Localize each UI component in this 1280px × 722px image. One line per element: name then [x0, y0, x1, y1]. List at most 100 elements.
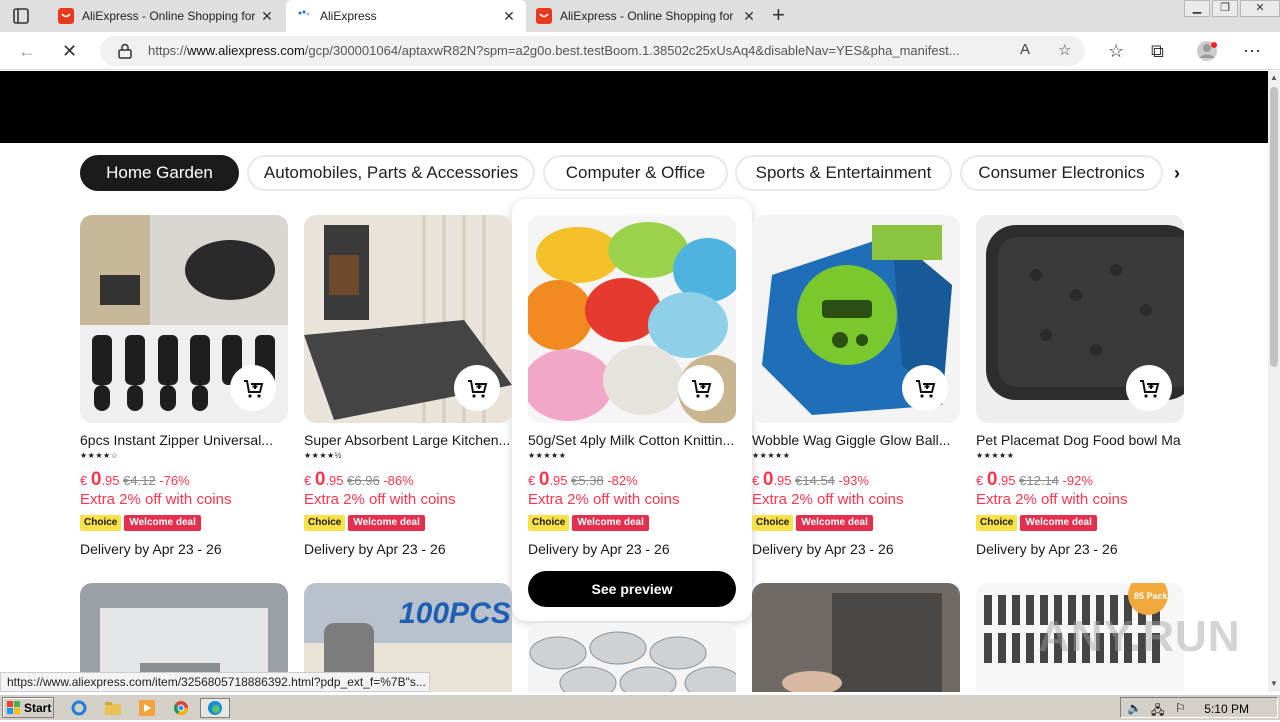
pack-badge: 85 Pack: [1134, 591, 1169, 601]
product-price: € 0.95 €14.54 -93%: [752, 469, 962, 491]
lock-icon[interactable]: [118, 43, 132, 59]
product-image[interactable]: [528, 623, 736, 692]
scroll-up-icon[interactable]: ▲: [1270, 73, 1278, 82]
price-integer: 0: [90, 469, 102, 490]
delivery-date: Delivery by Apr 23 - 26: [976, 541, 1118, 557]
restore-icon[interactable]: ❐: [1212, 0, 1238, 17]
add-to-cart-button[interactable]: [1126, 365, 1172, 411]
close-tab-icon[interactable]: ✕: [260, 8, 274, 25]
price-integer: 0: [314, 469, 326, 490]
product-image[interactable]: [304, 215, 512, 423]
product-card[interactable]: 50g/Set 4ply Milk Cotton Knittin... ★★★★…: [528, 215, 738, 557]
page-scrollbar[interactable]: ▲ ▼: [1268, 71, 1280, 692]
product-price: € 0.95 €12.14 -92%: [976, 469, 1186, 491]
volume-icon[interactable]: 🔈: [1127, 701, 1142, 715]
browser-tab-3[interactable]: AliExpress - Online Shopping for ✕: [526, 0, 766, 32]
ie-icon[interactable]: [68, 698, 90, 718]
taskbar: Start 🔈 🖧 ⚐ 5:10 PM: [0, 694, 1280, 720]
product-card[interactable]: 6pcs Instant Zipper Universal... ★★★★☆ €…: [80, 215, 290, 557]
product-title[interactable]: Pet Placemat Dog Food bowl Ma...: [976, 432, 1182, 448]
category-automobiles[interactable]: Automobiles, Parts & Accessories: [247, 155, 535, 191]
chrome-icon[interactable]: [170, 698, 192, 718]
add-to-cart-icon: [244, 380, 264, 398]
product-image[interactable]: [976, 215, 1184, 423]
scrollbar-thumb[interactable]: [1270, 87, 1278, 367]
stop-loading-icon[interactable]: ✕: [62, 41, 77, 62]
price-decimal: .95: [773, 473, 792, 488]
chevron-right-icon[interactable]: ›: [1174, 163, 1180, 184]
windows-logo-icon: [7, 700, 20, 714]
category-computer-office[interactable]: Computer & Office: [543, 155, 728, 191]
folder-icon[interactable]: [102, 698, 124, 718]
product-title[interactable]: Wobble Wag Giggle Glow Ball...: [752, 432, 958, 448]
product-card[interactable]: Pet Placemat Dog Food bowl Ma... ★★★★★ €…: [976, 215, 1186, 557]
product-title[interactable]: Super Absorbent Large Kitchen...: [304, 432, 510, 448]
product-title[interactable]: 50g/Set 4ply Milk Cotton Knittin...: [528, 432, 734, 448]
collections-icon[interactable]: ⧉: [1151, 41, 1164, 62]
tab-actions-icon[interactable]: [12, 7, 30, 25]
new-tab-icon[interactable]: +: [772, 4, 785, 26]
address-bar[interactable]: https://www.aliexpress.com/gcp/300001064…: [100, 36, 1085, 66]
product-price: € 0.95 €6.96 -86%: [304, 469, 514, 491]
address-bar-row: ← ✕ https://www.aliexpress.com/gcp/30000…: [0, 32, 1280, 70]
media-player-icon[interactable]: [136, 698, 158, 718]
close-tab-icon[interactable]: ✕: [502, 8, 516, 25]
browser-tab-1[interactable]: AliExpress - Online Shopping for ✕: [48, 0, 284, 32]
url-text[interactable]: https://www.aliexpress.com/gcp/300001064…: [148, 43, 1010, 58]
product-card[interactable]: Super Absorbent Large Kitchen... ★★★★½ €…: [304, 215, 514, 557]
currency: €: [752, 473, 760, 488]
coins-offer: Extra 2% off with coins: [528, 491, 680, 508]
see-preview-button[interactable]: See preview: [528, 571, 736, 607]
minimize-icon[interactable]: ▁: [1184, 0, 1210, 17]
product-image[interactable]: [752, 583, 960, 692]
category-consumer-electronics[interactable]: Consumer Electronics: [960, 155, 1163, 191]
original-price: €4.12: [123, 473, 156, 488]
add-to-cart-button[interactable]: [902, 365, 948, 411]
browser-tab-2[interactable]: AliExpress ✕: [286, 0, 526, 32]
add-to-cart-icon: [916, 380, 936, 398]
badges: Choice Welcome deal: [976, 515, 1186, 531]
product-image[interactable]: [528, 215, 736, 423]
welcome-deal-badge: Welcome deal: [796, 515, 873, 531]
back-icon[interactable]: ←: [18, 41, 36, 62]
original-price: €12.14: [1019, 473, 1059, 488]
welcome-deal-badge: Welcome deal: [348, 515, 425, 531]
network-icon[interactable]: 🖧: [1151, 701, 1164, 722]
coins-offer: Extra 2% off with coins: [304, 491, 456, 508]
choice-badge: Choice: [976, 515, 1018, 531]
close-window-icon[interactable]: ✕: [1240, 0, 1280, 17]
close-tab-icon[interactable]: ✕: [742, 8, 756, 25]
scroll-down-icon[interactable]: ▼: [1270, 679, 1278, 688]
welcome-deal-badge: Welcome deal: [1020, 515, 1097, 531]
flag-icon[interactable]: ⚐: [1175, 701, 1186, 715]
star-rating: ★★★★★: [528, 451, 567, 460]
product-title[interactable]: 6pcs Instant Zipper Universal...: [80, 432, 286, 448]
url-domain: www.aliexpress.com: [187, 43, 305, 58]
coins-offer: Extra 2% off with coins: [976, 491, 1128, 508]
discount: -86%: [383, 473, 414, 488]
more-menu-icon[interactable]: ⋯: [1243, 41, 1261, 62]
badges: Choice Welcome deal: [752, 515, 962, 531]
product-image[interactable]: [80, 215, 288, 423]
profile-avatar-icon[interactable]: [1196, 40, 1218, 62]
currency: €: [528, 473, 536, 488]
add-favorite-icon[interactable]: ☆: [1058, 41, 1071, 59]
add-to-cart-icon: [468, 380, 488, 398]
url-path: /gcp/300001064/aptaxwR82N?spm=a2g0o.best…: [304, 43, 960, 58]
favorites-icon[interactable]: ☆: [1108, 41, 1124, 62]
welcome-deal-badge: Welcome deal: [572, 515, 649, 531]
edge-icon[interactable]: [200, 698, 230, 718]
original-price: €5.38: [571, 473, 604, 488]
add-to-cart-button[interactable]: [678, 365, 724, 411]
product-image[interactable]: [752, 215, 960, 423]
window-controls: ▁ ❐ ✕: [1182, 0, 1280, 18]
price-decimal: .95: [549, 473, 568, 488]
start-button[interactable]: Start: [2, 697, 54, 718]
read-aloud-icon[interactable]: A: [1020, 41, 1030, 58]
add-to-cart-button[interactable]: [454, 365, 500, 411]
product-card[interactable]: Wobble Wag Giggle Glow Ball... ★★★★★ € 0…: [752, 215, 962, 557]
category-sports-entertainment[interactable]: Sports & Entertainment: [735, 155, 952, 191]
add-to-cart-button[interactable]: [230, 365, 276, 411]
delivery-date: Delivery by Apr 23 - 26: [752, 541, 894, 557]
category-home-garden[interactable]: Home Garden: [80, 155, 239, 191]
